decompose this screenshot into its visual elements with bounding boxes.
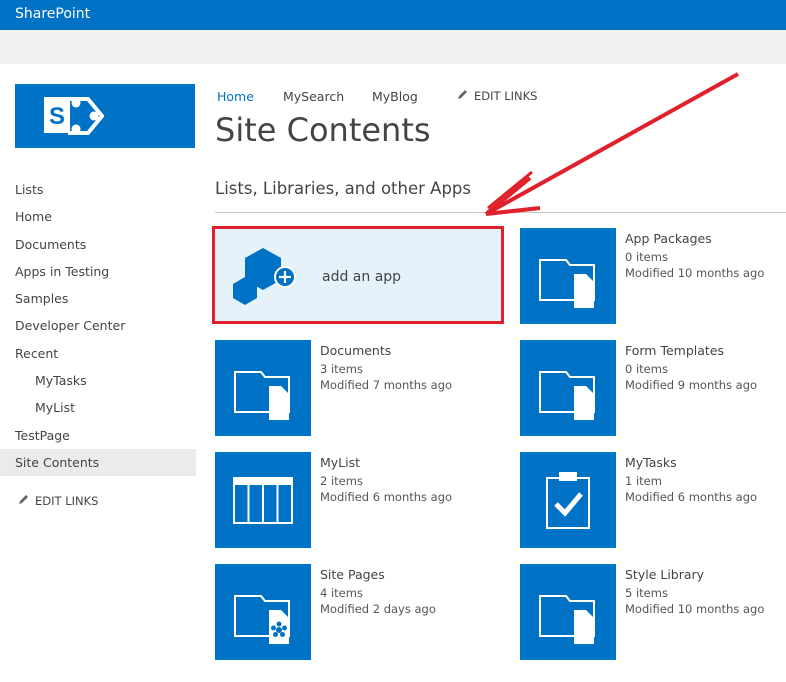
nav-item-samples[interactable]: Samples [0, 285, 196, 312]
pencil-icon [19, 495, 28, 504]
top-nav-myblog[interactable]: MyBlog [372, 89, 418, 104]
list-grid-icon [233, 477, 293, 524]
tile-modified: Modified 10 months ago [625, 266, 765, 280]
nav-item-documents[interactable]: Documents [0, 231, 196, 258]
quick-launch: Lists Home Documents Apps in Testing Sam… [0, 176, 196, 477]
sharepoint-logo-icon: S [44, 97, 104, 135]
tile-documents[interactable] [215, 340, 311, 436]
tile-mylist[interactable] [215, 452, 311, 548]
tile-modified: Modified 2 days ago [320, 602, 436, 616]
tile-item-count: 0 items [625, 362, 668, 376]
nav-item-testpage[interactable]: TestPage [0, 422, 196, 449]
tile-title[interactable]: App Packages [625, 231, 764, 247]
nav-item-mytasks[interactable]: MyTasks [0, 367, 196, 394]
tile-title[interactable]: MyList [320, 455, 452, 471]
nav-item-lists[interactable]: Lists [0, 176, 196, 203]
folder-icon [539, 259, 595, 308]
left-edit-links-label: EDIT LINKS [35, 494, 99, 508]
nav-item-site-contents[interactable]: Site Contents [0, 448, 196, 477]
tile-item-count: 3 items [320, 362, 363, 376]
folder-icon [539, 371, 595, 420]
tile-title[interactable]: Style Library [625, 567, 764, 583]
tile-item-count: 5 items [625, 586, 668, 600]
svg-text:S: S [49, 103, 65, 130]
tile-modified: Modified 7 months ago [320, 378, 453, 392]
left-edit-links-button[interactable]: EDIT LINKS [18, 494, 98, 508]
section-title: Lists, Libraries, and other Apps [215, 179, 471, 198]
site-logo[interactable]: S [15, 84, 195, 148]
tile-app-packages[interactable] [520, 228, 616, 324]
highlight-box [212, 226, 504, 324]
tile-mytasks[interactable] [520, 452, 616, 548]
tile-item-count: 1 item [625, 474, 662, 488]
suite-bar: SharePoint [0, 0, 786, 30]
tile-title[interactable]: Site Pages [320, 567, 436, 583]
nav-item-apps-in-testing[interactable]: Apps in Testing [0, 258, 196, 285]
tile-title[interactable]: Documents [320, 343, 452, 359]
nav-item-developer-center[interactable]: Developer Center [0, 312, 196, 339]
task-clipboard-icon [546, 472, 590, 529]
tile-form-templates[interactable] [520, 340, 616, 436]
tile-modified: Modified 10 months ago [625, 602, 765, 616]
tile-site-pages[interactable] [215, 564, 311, 660]
nav-item-mylist[interactable]: MyList [0, 394, 196, 421]
nav-item-home[interactable]: Home [0, 203, 196, 230]
tile-title[interactable]: Form Templates [625, 343, 757, 359]
ribbon-bar [0, 30, 786, 64]
pencil-icon [458, 90, 467, 99]
tile-modified: Modified 9 months ago [625, 378, 758, 392]
tile-item-count: 2 items [320, 474, 363, 488]
site-pages-icon [234, 595, 290, 644]
suite-brand-link[interactable]: SharePoint [15, 6, 90, 22]
tile-modified: Modified 6 months ago [625, 490, 758, 504]
folder-icon [234, 371, 290, 420]
top-nav-home[interactable]: Home [217, 89, 254, 104]
tile-style-library[interactable] [520, 564, 616, 660]
top-nav-mysearch[interactable]: MySearch [283, 89, 344, 104]
tile-title[interactable]: MyTasks [625, 455, 757, 471]
annotation-arrow-icon [484, 72, 739, 216]
tile-modified: Modified 6 months ago [320, 490, 453, 504]
page-title: Site Contents [215, 111, 431, 149]
tile-item-count: 4 items [320, 586, 363, 600]
nav-item-recent[interactable]: Recent [0, 340, 196, 367]
folder-icon [539, 595, 595, 644]
tile-item-count: 0 items [625, 250, 668, 264]
